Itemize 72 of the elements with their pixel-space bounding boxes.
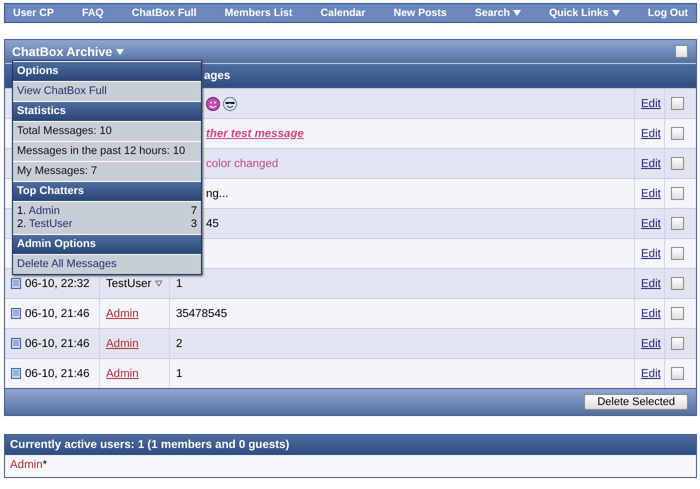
rank-number: 1. (17, 205, 26, 217)
edit-link[interactable]: Edit (641, 368, 661, 380)
edit-link[interactable]: Edit (641, 278, 661, 290)
menu-section-heading: Admin Options (13, 234, 201, 254)
menu-stat: Total Messages: 10 (13, 121, 201, 141)
delete-selected-button[interactable]: Delete Selected (584, 394, 688, 410)
message-text: 2 (176, 338, 182, 350)
nav-link[interactable]: User CP (13, 7, 54, 19)
chatter-count: 3 (190, 218, 197, 231)
edit-link[interactable]: Edit (641, 218, 661, 230)
user-link[interactable]: Admin (106, 338, 139, 350)
row-checkbox[interactable] (671, 367, 684, 380)
message-text: 1 (176, 278, 182, 290)
row-checkbox[interactable] (671, 127, 684, 140)
row-checkbox[interactable] (671, 157, 684, 170)
message-link[interactable]: ther test message (206, 128, 304, 140)
row-checkbox[interactable] (671, 97, 684, 110)
panel-title[interactable]: ChatBox Archive (12, 44, 124, 58)
row-checkbox[interactable] (671, 277, 684, 290)
chatter-count: 7 (190, 205, 197, 218)
document-icon (11, 338, 21, 349)
nav-link[interactable]: Log Out (648, 7, 688, 19)
nav-menu-link[interactable]: Search (474, 7, 521, 19)
menu-section-heading: Top Chatters (13, 181, 201, 201)
document-icon (11, 308, 21, 319)
menu-section-heading: Statistics (13, 101, 201, 121)
row-checkbox[interactable] (671, 247, 684, 260)
message-text: 45 (206, 218, 219, 230)
message-date: 06-10, 22:32 (25, 278, 90, 290)
nav-menu-link[interactable]: Quick Links (549, 7, 620, 19)
user-link[interactable]: Admin (106, 308, 139, 320)
nav-link[interactable]: Calendar (320, 7, 366, 19)
edit-link[interactable]: Edit (641, 98, 661, 110)
edit-link[interactable]: Edit (641, 128, 661, 140)
nav-link[interactable]: ChatBox Full (132, 7, 197, 19)
nav-link[interactable]: FAQ (82, 7, 104, 19)
message-text: ng... (206, 188, 228, 200)
row-checkbox[interactable] (671, 217, 684, 230)
column-header: ages (204, 70, 230, 82)
row-checkbox[interactable] (671, 187, 684, 200)
user-name: TestUser (106, 278, 152, 290)
active-user-link[interactable]: Admin (10, 459, 43, 471)
select-all-checkbox[interactable] (675, 45, 688, 58)
chatter-link[interactable]: TestUser (29, 218, 72, 230)
edit-link[interactable]: Edit (641, 248, 661, 260)
message-text: 1 (176, 368, 182, 380)
document-icon (11, 368, 21, 379)
user-mark: * (42, 459, 48, 471)
menu-section-heading: Options (13, 61, 201, 81)
edit-link[interactable]: Edit (641, 188, 661, 200)
document-icon (11, 278, 21, 289)
menu-stat: Messages in the past 12 hours: 10 (13, 141, 201, 161)
message-date: 06-10, 21:46 (25, 308, 90, 320)
message-text: 35478545 (176, 308, 228, 320)
message-text: color changed (206, 158, 278, 170)
message-date: 06-10, 21:46 (25, 368, 90, 380)
menu-item[interactable]: Delete All Messages (13, 254, 201, 274)
sunglasses-smiley-icon (223, 96, 237, 110)
active-users-heading: Currently active users: 1 (1 members and 0 guests) (5, 435, 696, 455)
edit-link[interactable]: Edit (641, 338, 661, 350)
edit-link[interactable]: Edit (641, 308, 661, 320)
caret-icon (116, 48, 124, 54)
chatter-link[interactable]: Admin (28, 205, 60, 217)
rank-number: 2. (17, 218, 26, 230)
row-checkbox[interactable] (671, 307, 684, 320)
nav-link[interactable]: New Posts (394, 7, 447, 19)
message-date: 06-10, 21:46 (25, 338, 90, 350)
row-checkbox[interactable] (671, 337, 684, 350)
user-link[interactable]: Admin (106, 368, 139, 380)
nav-link[interactable]: Members List (224, 7, 292, 19)
smiley-icon (206, 96, 220, 110)
edit-link[interactable]: Edit (641, 158, 661, 170)
